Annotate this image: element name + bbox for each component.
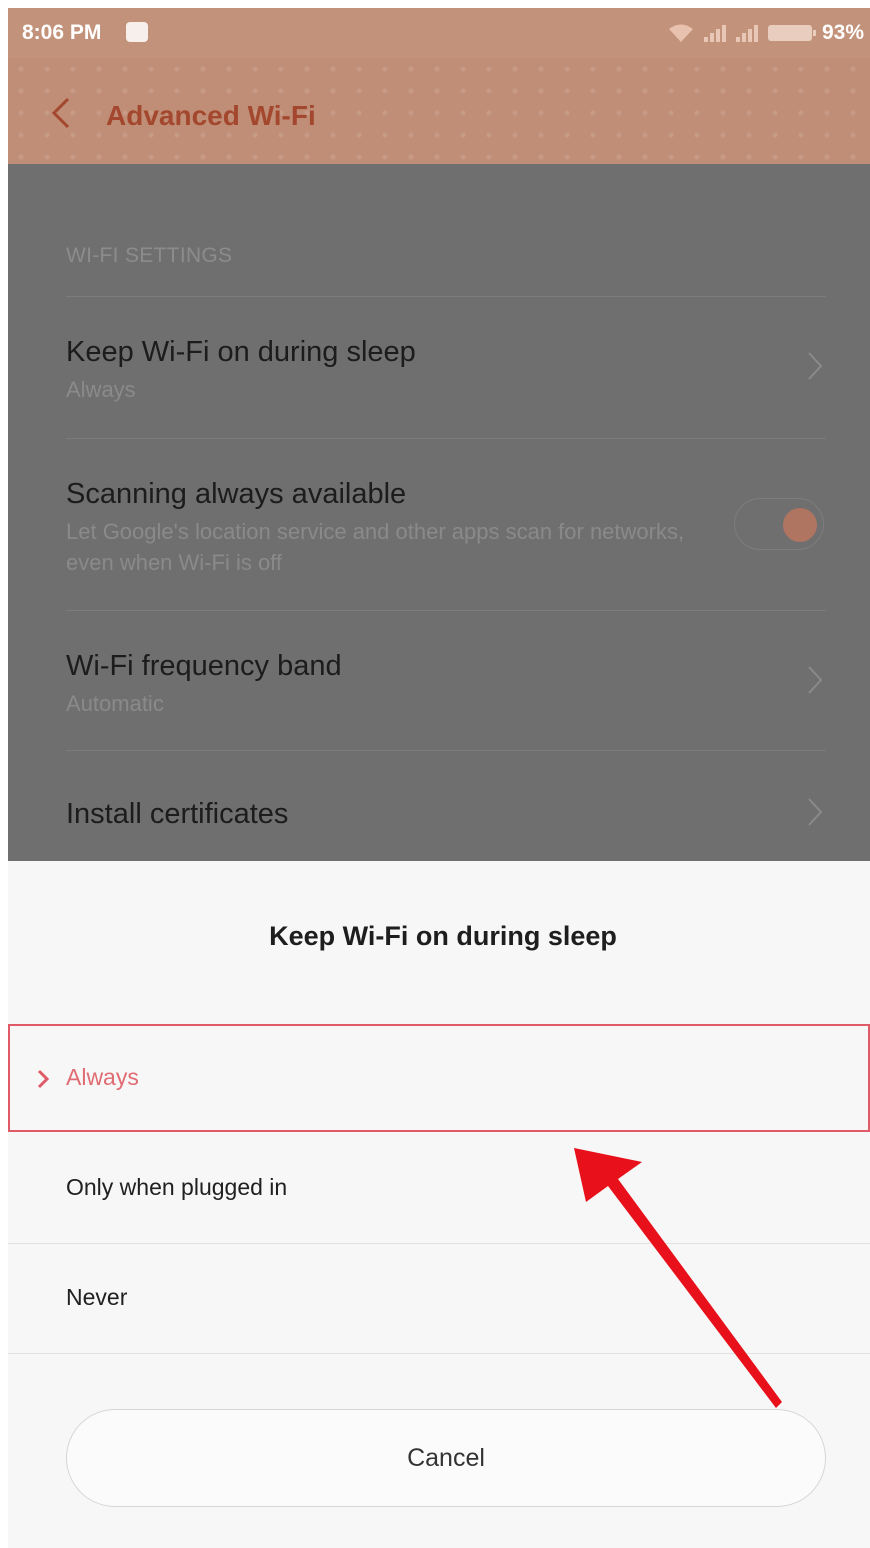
signal-icon-2 bbox=[735, 24, 758, 42]
settings-list: WI-FI SETTINGS Keep Wi-Fi on during slee… bbox=[8, 164, 870, 870]
divider bbox=[66, 610, 826, 611]
scanning-toggle[interactable] bbox=[734, 498, 824, 550]
battery-icon bbox=[767, 25, 816, 41]
setting-title: Wi-Fi frequency band bbox=[66, 650, 342, 682]
divider bbox=[66, 296, 826, 297]
divider bbox=[66, 438, 826, 439]
notification-icon bbox=[126, 22, 148, 42]
status-icons: 93% bbox=[668, 21, 864, 45]
status-bar: 8:06 PM 93% bbox=[8, 8, 870, 58]
options-dialog: Keep Wi-Fi on during sleep Always Only w… bbox=[8, 861, 870, 1548]
toggle-knob bbox=[783, 508, 817, 542]
signal-icon bbox=[703, 24, 726, 42]
divider bbox=[8, 1353, 870, 1354]
setting-title: Install certificates bbox=[66, 798, 289, 830]
selected-chevron-icon bbox=[37, 1069, 50, 1089]
setting-subtitle: Always bbox=[66, 377, 136, 402]
section-label: WI-FI SETTINGS bbox=[66, 244, 233, 267]
setting-title: Keep Wi-Fi on during sleep bbox=[66, 336, 416, 368]
screen: 8:06 PM 93% Advanced Wi-Fi WI-FI SETTING… bbox=[8, 8, 870, 1548]
page-title: Advanced Wi-Fi bbox=[106, 100, 316, 131]
option-label: Always bbox=[66, 1064, 139, 1090]
back-arrow-icon[interactable] bbox=[48, 96, 76, 130]
cancel-button[interactable]: Cancel bbox=[66, 1409, 826, 1507]
setting-subtitle: Let Google's location service and other … bbox=[66, 519, 685, 575]
option-never[interactable]: Never bbox=[8, 1244, 870, 1352]
divider bbox=[66, 750, 826, 751]
option-always[interactable]: Always bbox=[8, 1024, 870, 1132]
app-header: Advanced Wi-Fi bbox=[8, 58, 870, 164]
setting-subtitle: Automatic bbox=[66, 691, 164, 716]
chevron-right-icon bbox=[808, 798, 823, 826]
option-only-when-plugged-in[interactable]: Only when plugged in bbox=[8, 1134, 870, 1242]
status-time: 8:06 PM bbox=[22, 21, 102, 44]
option-label: Never bbox=[66, 1284, 128, 1310]
setting-title: Scanning always available bbox=[66, 478, 407, 510]
battery-percent: 93% bbox=[821, 21, 864, 44]
wifi-icon bbox=[668, 24, 693, 42]
chevron-right-icon bbox=[808, 666, 823, 694]
dialog-title: Keep Wi-Fi on during sleep bbox=[269, 921, 617, 951]
chevron-right-icon bbox=[808, 352, 823, 380]
option-label: Only when plugged in bbox=[66, 1174, 288, 1200]
